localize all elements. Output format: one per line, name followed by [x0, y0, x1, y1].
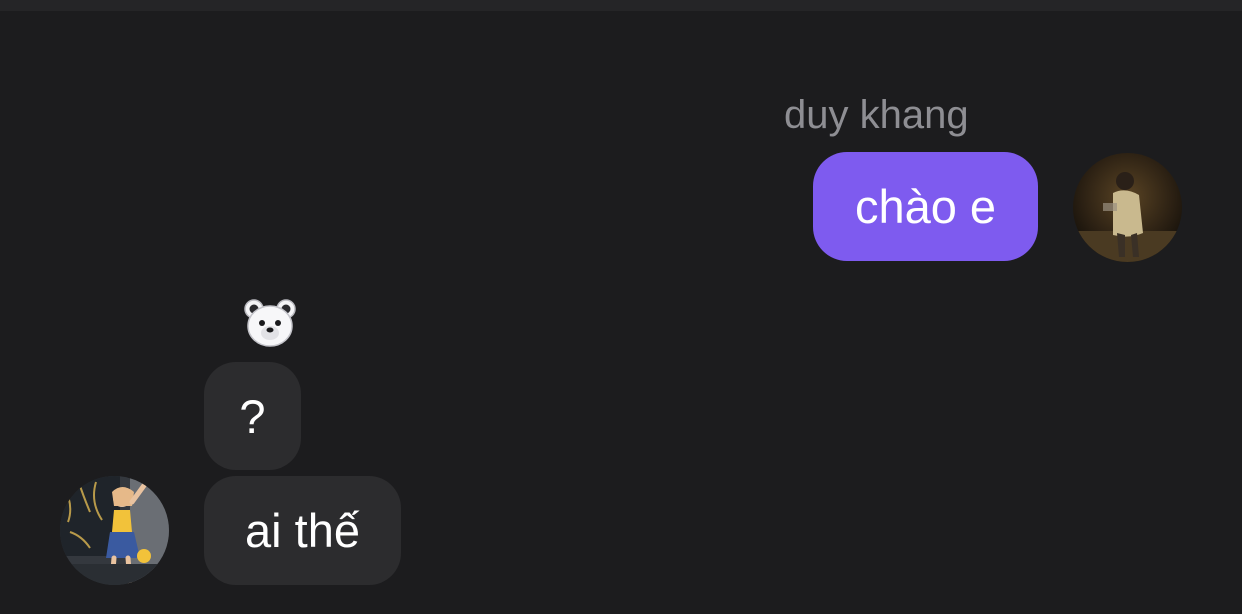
message-text: ? — [239, 389, 266, 443]
outgoing-message-bubble[interactable]: chào e — [813, 152, 1038, 261]
polar-bear-icon — [243, 298, 297, 348]
top-bar — [0, 0, 1242, 11]
avatar-photo-icon — [60, 476, 169, 585]
contact-avatar[interactable] — [60, 476, 169, 585]
message-text: ai thế — [245, 504, 360, 557]
avatar-photo-icon — [1073, 153, 1182, 262]
sender-name: duy khang — [784, 93, 969, 137]
message-text: chào e — [854, 180, 997, 233]
sender-avatar[interactable] — [1073, 153, 1182, 262]
incoming-message-bubble[interactable]: ai thế — [204, 476, 401, 585]
incoming-message-bubble[interactable]: ? — [204, 362, 301, 470]
